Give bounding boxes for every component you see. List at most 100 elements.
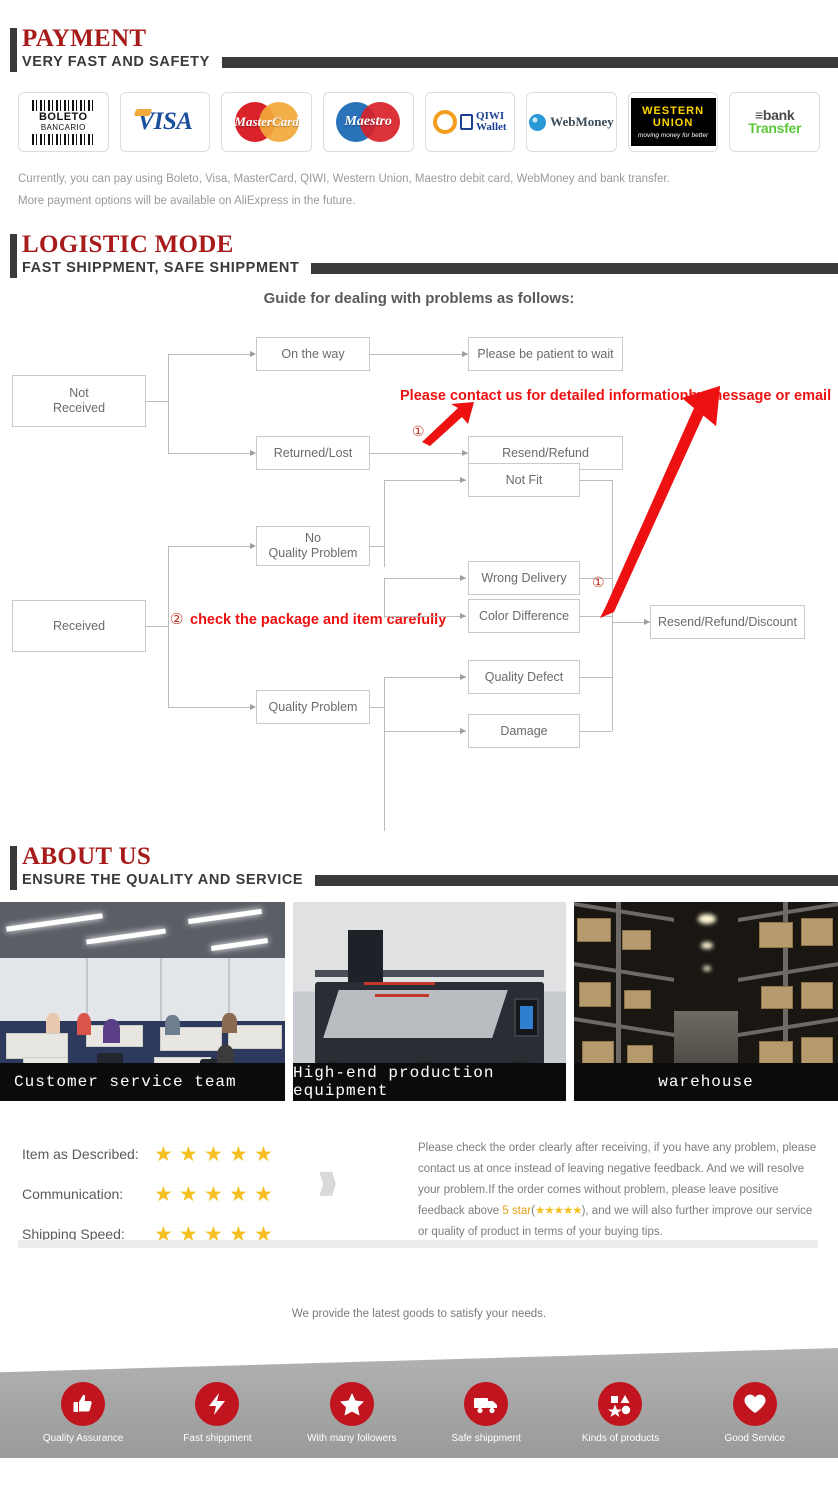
red-arrow-long-icon	[600, 386, 720, 618]
flow-node-quality-defect: Quality Defect	[468, 660, 580, 694]
thumbs-up-icon	[61, 1382, 106, 1426]
rating-rows: Item as Described: ★ ★ ★ ★ ★ Communicati…	[22, 1134, 273, 1254]
flow-line	[384, 616, 466, 617]
flow-line	[168, 546, 169, 707]
payment-methods-list: BOLETO BANCARIO VISA MasterCard Maestro	[0, 92, 838, 152]
service-kinds-of-products[interactable]: Kinds of products	[561, 1382, 679, 1444]
flow-line	[146, 401, 168, 402]
inline-star-icons: ★★★★★	[535, 1205, 583, 1217]
boleto-line1: BOLETO	[38, 110, 88, 123]
service-quality-assurance[interactable]: Quality Assurance	[24, 1382, 142, 1444]
service-with-many-followers[interactable]: With many followers	[293, 1382, 411, 1444]
flow-node-please-wait: Please be patient to wait	[468, 337, 623, 371]
flow-node-damage: Damage	[468, 714, 580, 748]
service-label: With many followers	[307, 1433, 397, 1444]
star-icon: ★	[204, 1142, 223, 1166]
about-photo-gallery: Customer service team High-end productio…	[0, 902, 838, 1101]
flow-line	[168, 354, 169, 453]
red-arrow-short-icon	[422, 402, 474, 446]
flow-line	[168, 453, 250, 454]
star-icon: ★	[254, 1182, 273, 1206]
header-accent-bar	[10, 28, 17, 72]
payment-method-qiwi[interactable]: QIWI Wallet	[424, 92, 516, 152]
flow-node-wrong-delivery: Wrong Delivery	[468, 561, 580, 595]
flow-node-on-the-way: On the way	[256, 337, 370, 371]
star-icon: ★	[229, 1182, 248, 1206]
flow-line	[168, 707, 250, 708]
maestro-label: Maestro	[344, 114, 392, 129]
payment-note: Currently, you can pay using Boleto, Vis…	[0, 168, 838, 212]
western-union-tagline: moving money for better	[638, 132, 709, 139]
flow-line	[370, 707, 384, 708]
feedback-note: Please check the order clearly after rec…	[418, 1138, 818, 1243]
payment-title: PAYMENT	[22, 25, 147, 52]
payment-method-boleto[interactable]: BOLETO BANCARIO	[18, 92, 109, 152]
flow-line	[384, 731, 466, 732]
flow-line	[370, 546, 384, 547]
flow-line	[370, 354, 468, 355]
feedback-highlight: 5 star	[502, 1205, 532, 1217]
tagline: We provide the latest goods to satisfy y…	[291, 1308, 547, 1320]
rating-row: Communication: ★ ★ ★ ★ ★	[22, 1174, 273, 1214]
flow-line	[384, 578, 466, 579]
rating-row: Shipping Speed: ★ ★ ★ ★ ★	[22, 1214, 273, 1254]
star-icon: ★	[204, 1182, 223, 1206]
payment-note-line1: Currently, you can pay using Boleto, Vis…	[18, 173, 670, 185]
payment-method-bank-transfer[interactable]: ≡bank Transfer	[729, 92, 820, 152]
star-icon: ★	[154, 1142, 173, 1166]
payment-method-western-union[interactable]: WESTERN UNION moving money for better	[627, 92, 719, 152]
payment-method-visa[interactable]: VISA	[119, 92, 211, 152]
service-label: Fast shippment	[183, 1433, 252, 1444]
service-safe-shippment[interactable]: Safe shippment	[427, 1382, 545, 1444]
service-label: Good Service	[724, 1433, 786, 1444]
star-icon: ★	[254, 1142, 273, 1166]
header-accent-bar	[10, 846, 17, 890]
star-icon: ★	[179, 1182, 198, 1206]
rating-row: Item as Described: ★ ★ ★ ★ ★	[22, 1134, 273, 1174]
service-good-service[interactable]: Good Service	[696, 1382, 814, 1444]
qiwi-line2: Wallet	[476, 121, 507, 133]
flow-line	[370, 453, 468, 454]
flow-line	[168, 354, 250, 355]
flow-line	[384, 480, 466, 481]
bottom-banner-section: We provide the latest goods to satisfy y…	[0, 1300, 838, 1500]
photo-production-equipment: High-end production equipment	[293, 902, 566, 1101]
flow-arrow	[460, 673, 466, 680]
about-us-section: ABOUT US ENSURE THE QUALITY AND SERVICE	[0, 844, 838, 1101]
flow-line	[168, 546, 250, 547]
barcode-icon	[32, 99, 95, 111]
flow-node-no-quality-problem: No Quality Problem	[256, 526, 370, 566]
shapes-icon	[598, 1382, 643, 1426]
flow-arrow	[460, 612, 466, 619]
flow-line	[384, 677, 385, 831]
service-label: Safe shippment	[451, 1433, 521, 1444]
flow-node-color-difference: Color Difference	[468, 599, 580, 633]
webmoney-globe-icon	[529, 113, 547, 131]
logistics-flowchart: Guide for dealing with problems as follo…	[0, 290, 838, 831]
about-subtitle: ENSURE THE QUALITY AND SERVICE	[22, 872, 304, 888]
logistic-header: LOGISTIC MODE FAST SHIPPMENT, SAFE SHIPP…	[0, 231, 838, 278]
chevron-decoration: ⟩ ⟩ ⟩ ⟩	[318, 1170, 338, 1196]
service-banner: Quality Assurance Fast shippment With ma…	[0, 1348, 838, 1458]
boleto-line2: BANCARIO	[40, 122, 86, 132]
payment-method-webmoney[interactable]: WebMoney	[526, 92, 617, 152]
service-fast-shippment[interactable]: Fast shippment	[158, 1382, 276, 1444]
logistic-subtitle: FAST SHIPPMENT, SAFE SHIPPMENT	[22, 260, 300, 276]
flow-line	[384, 578, 385, 618]
payment-method-maestro[interactable]: Maestro	[322, 92, 414, 152]
western-union-line1: WESTERN	[642, 105, 705, 117]
flow-line	[580, 731, 612, 732]
star-icon	[329, 1382, 374, 1426]
header-rule	[315, 874, 838, 886]
flow-arrow	[460, 476, 466, 483]
logistic-title: LOGISTIC MODE	[22, 231, 234, 258]
flow-arrow	[460, 574, 466, 581]
star-icon: ★	[229, 1142, 248, 1166]
payment-method-mastercard[interactable]: MasterCard	[221, 92, 312, 152]
star-icon: ★	[179, 1142, 198, 1166]
flow-line	[580, 677, 612, 678]
header-rule	[311, 262, 838, 274]
flow-arrow	[460, 727, 466, 734]
mastercard-label: MasterCard	[234, 114, 299, 129]
star-icon: ★	[154, 1182, 173, 1206]
